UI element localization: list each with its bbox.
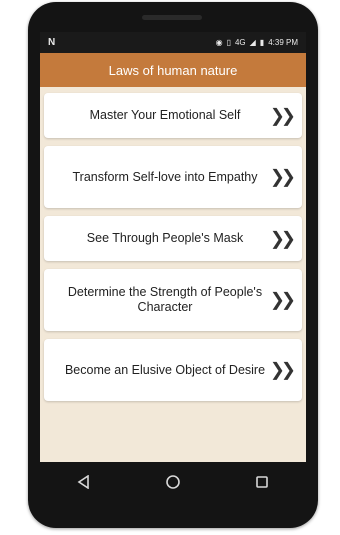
earpiece-speaker <box>142 15 202 20</box>
recents-square-icon[interactable] <box>252 472 272 492</box>
law-item-3[interactable]: See Through People's Mask ❯❯ <box>44 216 302 261</box>
back-triangle-icon[interactable] <box>74 472 94 492</box>
network-label: 4G <box>234 38 246 47</box>
double-chevron-right-icon: ❯❯ <box>269 289 296 310</box>
law-item-5[interactable]: Become an Elusive Object of Desire ❯❯ <box>44 339 302 401</box>
law-item-1[interactable]: Master Your Emotional Self ❯❯ <box>44 93 302 138</box>
phone-frame: N ◉ ▯ 4G ◢ ▮ 4:39 PM Laws of human natur… <box>28 2 318 528</box>
double-chevron-right-icon: ❯❯ <box>269 166 296 187</box>
battery-icon: ▮ <box>259 38 265 47</box>
status-time: 4:39 PM <box>268 38 298 47</box>
law-item-label: See Through People's Mask <box>86 231 244 245</box>
laws-list: Master Your Emotional Self ❯❯ Transform … <box>40 87 306 401</box>
law-item-label: Become an Elusive Object of Desire <box>64 362 266 377</box>
law-item-label: Master Your Emotional Self <box>89 108 241 122</box>
app-bar: Laws of human nature <box>40 53 306 87</box>
law-item-2[interactable]: Transform Self-love into Empathy ❯❯ <box>44 146 302 208</box>
signal-icon: ◢ <box>249 38 256 47</box>
eye-icon: ◉ <box>215 38 223 47</box>
app-title: Laws of human nature <box>108 62 238 78</box>
law-item-label: Determine the Strength of People's Chara… <box>67 285 263 314</box>
notification-n-icon: N <box>48 37 56 48</box>
double-chevron-right-icon: ❯❯ <box>269 228 296 248</box>
double-chevron-right-icon: ❯❯ <box>269 105 296 125</box>
android-nav-bar <box>40 462 306 502</box>
screen: N ◉ ▯ 4G ◢ ▮ 4:39 PM Laws of human natur… <box>40 32 306 462</box>
vibrate-icon: ▯ <box>226 38 231 47</box>
status-icons: ◉ ▯ 4G ◢ ▮ 4:39 PM <box>216 38 298 47</box>
law-item-label: Transform Self-love into Empathy <box>72 169 258 184</box>
status-bar: N ◉ ▯ 4G ◢ ▮ 4:39 PM <box>40 32 306 53</box>
home-circle-icon[interactable] <box>163 472 183 492</box>
double-chevron-right-icon: ❯❯ <box>269 359 296 380</box>
law-item-4[interactable]: Determine the Strength of People's Chara… <box>44 269 302 331</box>
